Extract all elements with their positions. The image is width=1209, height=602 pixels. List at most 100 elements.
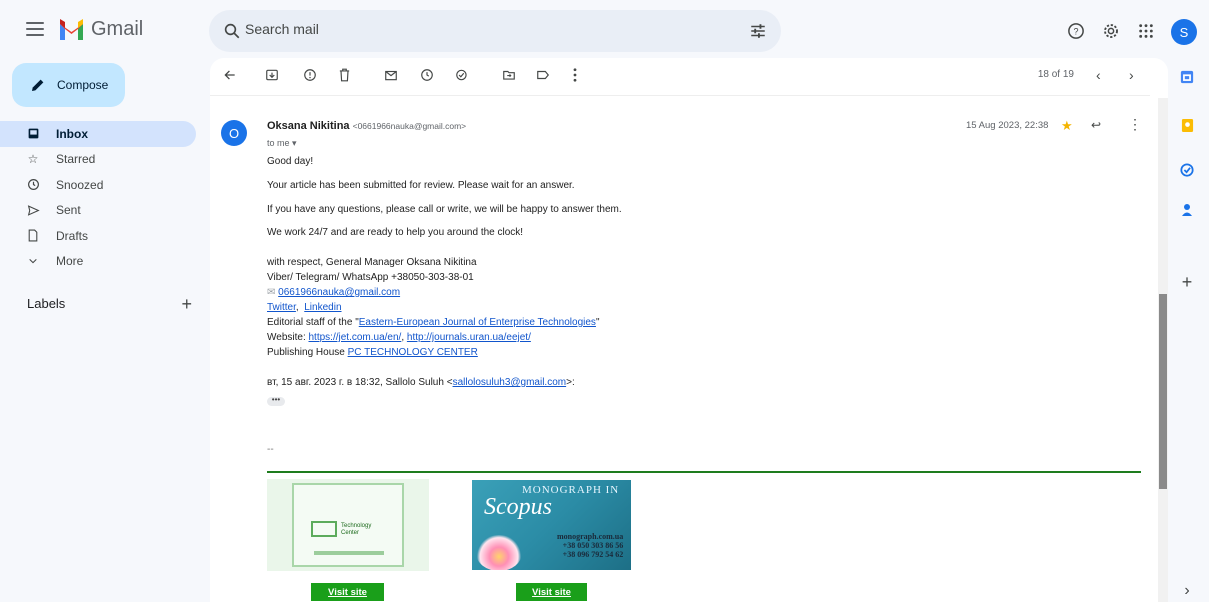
- monograph-contacts: monograph.com.ua +38 050 303 86 56 +38 0…: [557, 532, 623, 559]
- scroll-thumb[interactable]: [1159, 294, 1167, 489]
- monograph-site: monograph.com.ua: [557, 532, 624, 541]
- tasks-icon[interactable]: [1179, 162, 1195, 178]
- message-toolbar: 18 of 19 ‹ ›: [210, 58, 1168, 92]
- sidebar-item-sent[interactable]: Sent: [0, 198, 200, 224]
- quote-prefix: вт, 15 авг. 2023 г. в 18:32, Sallolo Sul…: [267, 377, 453, 388]
- journal-link[interactable]: Eastern-European Journal of Enterprise T…: [359, 317, 596, 328]
- send-icon: [26, 203, 40, 217]
- report-spam-icon[interactable]: [302, 67, 318, 83]
- message-scrollbar[interactable]: [1158, 98, 1168, 602]
- sidebar-item-label: Sent: [56, 203, 81, 218]
- body-line-2: If you have any questions, please call o…: [267, 204, 622, 215]
- sidebar-item-label: Inbox: [56, 126, 88, 141]
- publisher-link[interactable]: PC TECHNOLOGY CENTER: [348, 347, 478, 358]
- search-input[interactable]: [245, 21, 695, 37]
- compose-button[interactable]: Compose: [12, 63, 125, 107]
- signature-line-1: with respect, General Manager Oksana Nik…: [267, 257, 477, 268]
- labels-section: Labels +: [27, 294, 192, 314]
- sidebar-item-label: Snoozed: [56, 177, 104, 192]
- search-options-icon[interactable]: [749, 22, 767, 40]
- body-line-1: Your article has been submitted for revi…: [267, 180, 575, 191]
- svg-text:?: ?: [1073, 26, 1078, 36]
- reply-icon[interactable]: ↩: [1091, 118, 1101, 132]
- main-menu-icon[interactable]: [26, 22, 44, 36]
- calendar-icon[interactable]: [1179, 69, 1195, 85]
- visit-site-button-1[interactable]: Visit site: [311, 583, 384, 601]
- twitter-link[interactable]: Twitter: [267, 302, 296, 313]
- sender-line: Oksana Nikitina <0661966nauka@gmail.com>: [267, 120, 466, 132]
- sidebar-nav: Inbox ☆ Starred Snoozed Sent Drafts More: [0, 121, 200, 274]
- sidebar-item-starred[interactable]: ☆ Starred: [0, 147, 200, 173]
- body-line-3: We work 24/7 and are ready to help you a…: [267, 227, 524, 238]
- app-name: Gmail: [91, 18, 144, 40]
- signature-separator: --: [267, 444, 274, 455]
- website-prefix: Website:: [267, 332, 309, 343]
- technology-center-banner[interactable]: Technology Center: [267, 479, 429, 571]
- banner-bar: [314, 551, 384, 555]
- monograph-scopus-banner[interactable]: MONOGRAPH IN Scopus monograph.com.ua +38…: [472, 480, 631, 570]
- details-dropdown-icon[interactable]: ▾: [292, 138, 297, 148]
- sender-email: <0661966nauka@gmail.com>: [352, 121, 467, 131]
- sender-name[interactable]: Oksana Nikitina: [267, 120, 350, 132]
- sidebar-item-drafts[interactable]: Drafts: [0, 223, 200, 249]
- move-to-icon[interactable]: [501, 67, 517, 83]
- labels-heading: Labels: [27, 296, 66, 311]
- sidebar-item-more[interactable]: More: [0, 249, 200, 275]
- label-icon[interactable]: [535, 67, 551, 83]
- settings-icon[interactable]: [1101, 21, 1121, 41]
- publisher-prefix: Publishing House: [267, 347, 348, 358]
- archive-icon[interactable]: [264, 67, 280, 83]
- quote-email-link[interactable]: sallolosuluh3@gmail.com: [453, 377, 567, 388]
- delete-icon[interactable]: [336, 67, 352, 83]
- website-link-1[interactable]: https://jet.com.ua/en/: [309, 332, 402, 343]
- older-chevron-left-icon[interactable]: ‹: [1096, 67, 1101, 83]
- recipient-label: to me: [267, 138, 290, 148]
- more-vertical-icon[interactable]: [567, 67, 583, 83]
- envelope-icon: ✉: [267, 287, 276, 298]
- search-bar[interactable]: [209, 10, 781, 52]
- star-filled-icon[interactable]: ★: [1061, 118, 1073, 134]
- linkedin-link[interactable]: Linkedin: [304, 302, 341, 313]
- sidebar-item-snoozed[interactable]: Snoozed: [0, 172, 200, 198]
- sender-avatar[interactable]: O: [221, 120, 247, 146]
- editorial-prefix: Editorial staff of the ": [267, 317, 359, 328]
- snooze-icon[interactable]: [419, 67, 435, 83]
- green-divider: [267, 471, 1141, 473]
- show-trimmed-content-button[interactable]: •••: [267, 396, 285, 406]
- gmail-logo[interactable]: Gmail: [58, 18, 143, 41]
- account-avatar[interactable]: S: [1171, 19, 1197, 45]
- banner-label-line-1: Technology: [341, 523, 372, 529]
- visit-site-button-2[interactable]: Visit site: [516, 583, 587, 601]
- signature-line-2: Viber/ Telegram/ WhatsApp +38050-303-38-…: [267, 272, 474, 283]
- apps-grid-icon[interactable]: [1136, 21, 1156, 41]
- star-outline-icon: ☆: [27, 152, 39, 167]
- scopus-script: Scopus: [484, 494, 552, 520]
- greeting: Good day!: [267, 156, 314, 167]
- get-addons-plus-icon[interactable]: +: [1179, 272, 1195, 292]
- recipient-details[interactable]: to me ▾: [267, 138, 297, 149]
- sidebar-item-inbox[interactable]: Inbox: [0, 121, 196, 147]
- back-icon[interactable]: [222, 67, 238, 83]
- message-view: 18 of 19 ‹ › O Oksana Nikitina <0661966n…: [210, 58, 1168, 602]
- help-icon[interactable]: ?: [1066, 21, 1086, 41]
- search-icon[interactable]: [223, 22, 241, 40]
- banner-frame: Technology Center: [292, 483, 404, 567]
- sidebar-item-label: More: [56, 254, 84, 269]
- toolbar-divider: [210, 95, 1150, 96]
- add-task-icon[interactable]: [454, 67, 470, 83]
- keep-icon[interactable]: [1179, 117, 1195, 133]
- add-label-icon[interactable]: +: [181, 294, 192, 315]
- inbox-icon: [26, 127, 40, 141]
- show-side-panel-chevron-icon[interactable]: ›: [1179, 582, 1195, 599]
- signature-email-link[interactable]: 0661966nauka@gmail.com: [278, 287, 400, 298]
- website-link-2[interactable]: http://journals.uran.ua/eejet/: [407, 332, 531, 343]
- monograph-phone-2: +38 096 792 54 62: [562, 550, 624, 559]
- newer-chevron-right-icon[interactable]: ›: [1129, 67, 1134, 83]
- sidebar-item-label: Starred: [56, 152, 96, 167]
- signature-email-row: ✉ 0661966nauka@gmail.com: [267, 286, 400, 300]
- contacts-icon[interactable]: [1179, 202, 1195, 218]
- mark-unread-icon[interactable]: [383, 67, 399, 83]
- banner-label: Technology Center: [341, 523, 371, 537]
- message-more-icon[interactable]: ⋮: [1128, 116, 1142, 133]
- editorial-line: Editorial staff of the "Eastern-European…: [267, 316, 600, 330]
